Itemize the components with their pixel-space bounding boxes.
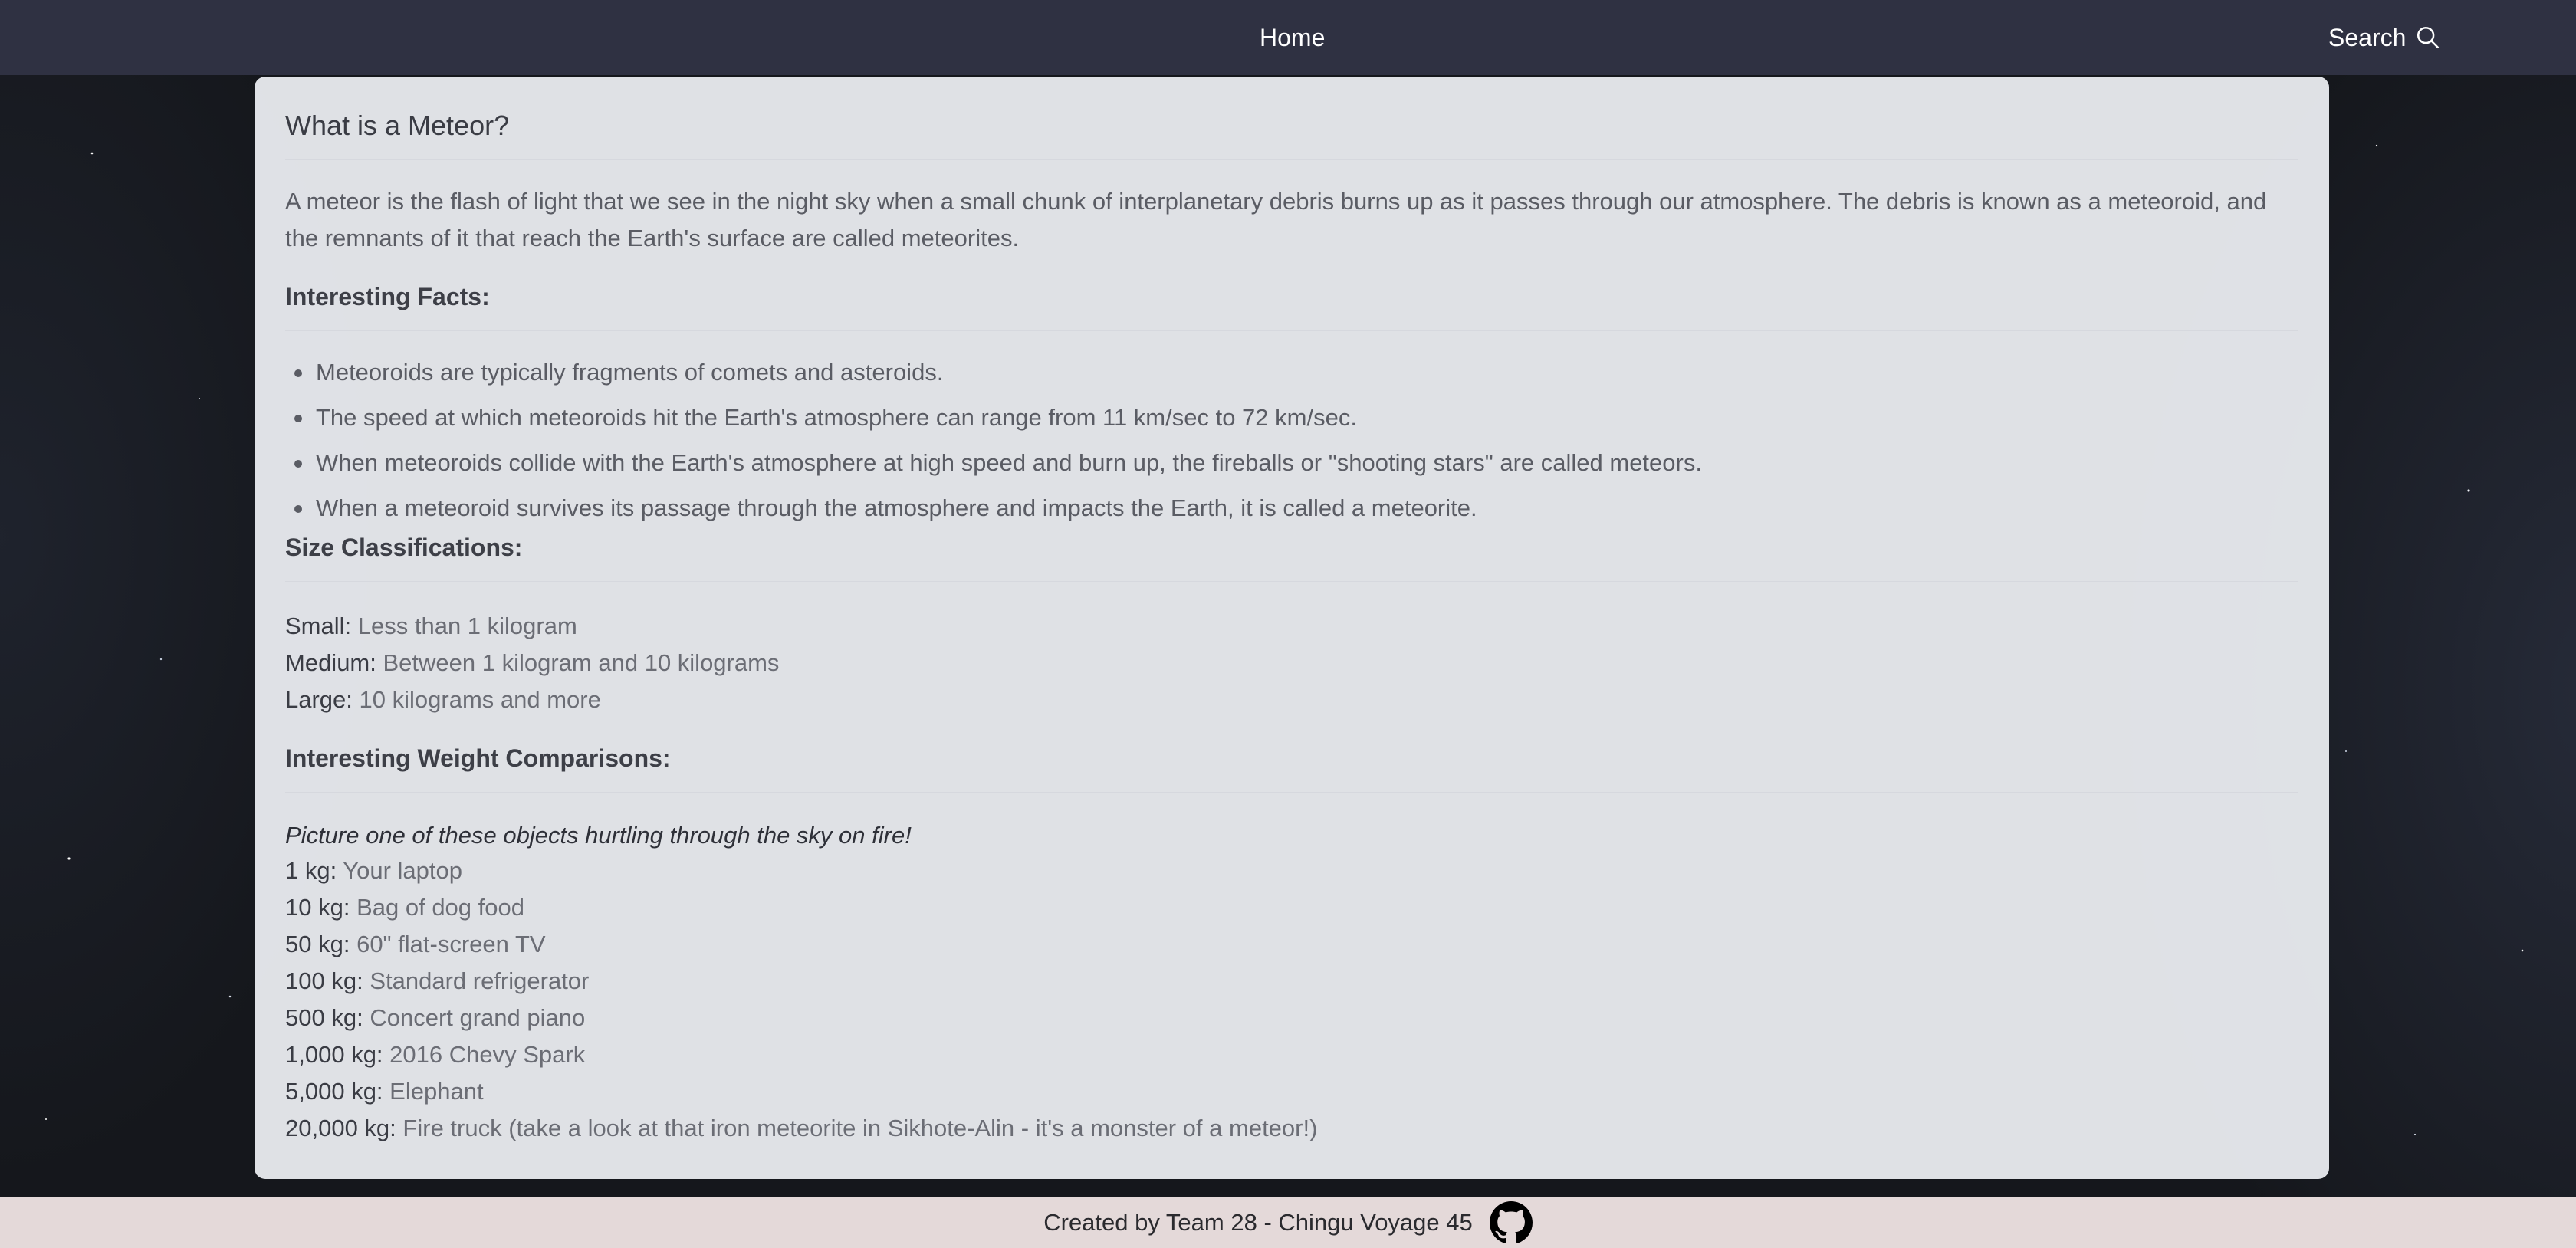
weight-value: 60" flat-screen TV [356, 931, 546, 957]
search-button[interactable]: Search [2328, 18, 2441, 57]
card-title: What is a Meteor? [285, 110, 510, 141]
size-value: 10 kilograms and more [359, 686, 601, 713]
weight-key: 10 kg: [285, 894, 350, 921]
home-link[interactable]: Home [1260, 18, 1325, 57]
weight-key: 100 kg: [285, 967, 363, 994]
weight-value: Standard refrigerator [370, 967, 590, 994]
facts-heading: Interesting Facts: [285, 283, 490, 310]
list-item: When meteoroids collide with the Earth's… [285, 440, 2298, 485]
weight-key: 1,000 kg: [285, 1041, 383, 1068]
weight-key: 20,000 kg: [285, 1115, 396, 1141]
weight-value: Concert grand piano [370, 1004, 586, 1031]
divider [285, 159, 2298, 160]
size-heading: Size Classifications: [285, 534, 523, 561]
weight-row: 500 kg: Concert grand piano [285, 1000, 2298, 1036]
weight-tagline: Picture one of these objects hurtling th… [285, 822, 912, 849]
facts-list: Meteoroids are typically fragments of co… [285, 350, 2298, 530]
weight-row: 5,000 kg: Elephant [285, 1073, 2298, 1110]
weight-comparisons: 1 kg: Your laptop 10 kg: Bag of dog food… [285, 852, 2298, 1147]
weight-row: 100 kg: Standard refrigerator [285, 963, 2298, 1000]
size-classifications: Small: Less than 1 kilogram Medium: Betw… [285, 608, 2298, 718]
weight-key: 1 kg: [285, 857, 337, 884]
list-item: When a meteoroid survives its passage th… [285, 485, 2298, 530]
weight-row: 50 kg: 60" flat-screen TV [285, 926, 2298, 963]
list-item: The speed at which meteoroids hit the Ea… [285, 395, 2298, 440]
weight-row: 20,000 kg: Fire truck (take a look at th… [285, 1110, 2298, 1147]
weight-value: 2016 Chevy Spark [389, 1041, 586, 1068]
meteor-info-card: What is a Meteor? A meteor is the flash … [255, 77, 2329, 1179]
weight-value: Your laptop [343, 857, 462, 884]
divider [285, 581, 2298, 582]
size-key: Small: [285, 613, 352, 639]
footer-credit: Created by Team 28 - Chingu Voyage 45 [1043, 1209, 1473, 1236]
size-row: Small: Less than 1 kilogram [285, 608, 2298, 645]
size-key: Medium: [285, 649, 376, 676]
weight-key: 50 kg: [285, 931, 350, 957]
search-icon [2417, 26, 2440, 49]
github-icon[interactable] [1489, 1201, 1533, 1244]
list-item: Meteoroids are typically fragments of co… [285, 350, 2298, 395]
weight-value: Bag of dog food [356, 894, 524, 921]
size-value: Less than 1 kilogram [357, 613, 577, 639]
weight-heading: Interesting Weight Comparisons: [285, 744, 671, 772]
weight-row: 10 kg: Bag of dog food [285, 889, 2298, 926]
weight-value: Elephant [389, 1078, 484, 1105]
footer: Created by Team 28 - Chingu Voyage 45 [0, 1197, 2576, 1248]
weight-row: 1 kg: Your laptop [285, 852, 2298, 889]
weight-row: 1,000 kg: 2016 Chevy Spark [285, 1036, 2298, 1073]
intro-paragraph: A meteor is the flash of light that we s… [285, 188, 2267, 251]
size-key: Large: [285, 686, 353, 713]
size-row: Medium: Between 1 kilogram and 10 kilogr… [285, 645, 2298, 681]
weight-value: Fire truck (take a look at that iron met… [402, 1115, 1318, 1141]
weight-key: 5,000 kg: [285, 1078, 383, 1105]
top-nav: Home Search [0, 0, 2576, 75]
size-value: Between 1 kilogram and 10 kilograms [383, 649, 780, 676]
divider [285, 792, 2298, 793]
search-label: Search [2328, 24, 2407, 51]
divider [285, 330, 2298, 331]
weight-key: 500 kg: [285, 1004, 363, 1031]
size-row: Large: 10 kilograms and more [285, 681, 2298, 718]
